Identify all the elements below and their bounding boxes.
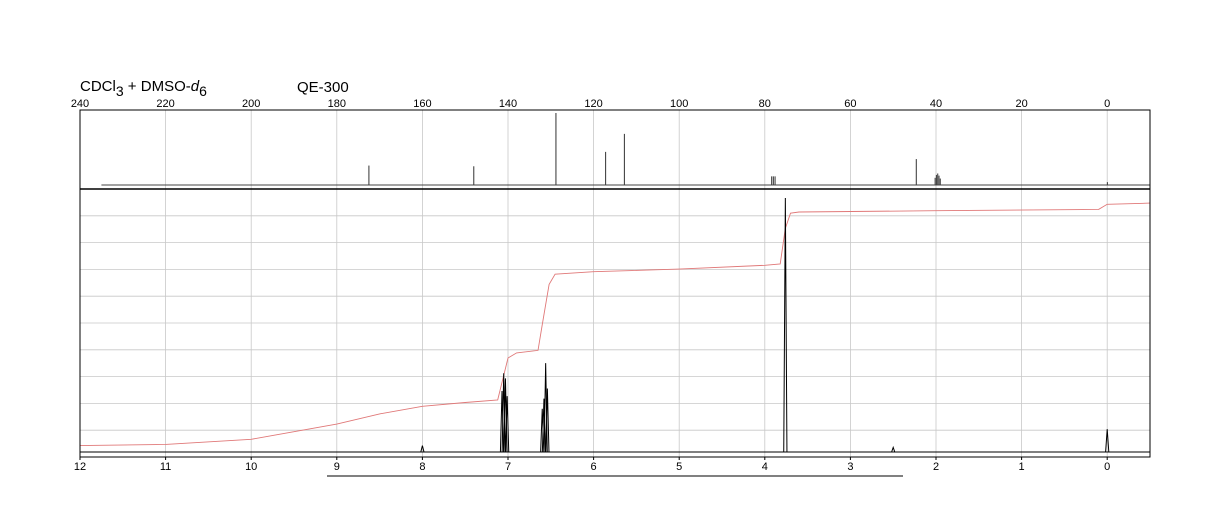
h1-tick-label: 11 (160, 461, 171, 473)
h1-tick-label: 12 (74, 461, 86, 473)
c13-tick-label: 200 (242, 98, 260, 110)
c13-tick-label: 160 (413, 98, 431, 110)
c13-axis: 240 220 200 180 160 140 120 100 80 60 40 20 0 (71, 98, 1110, 110)
h1-tick-label: 3 (847, 461, 853, 473)
h1-tick-label: 4 (762, 461, 768, 473)
c13-grid (79, 110, 1108, 189)
c13-tick-label: 220 (156, 98, 174, 110)
c13-tick-label: 40 (930, 98, 942, 110)
c13-tick-label: 120 (584, 98, 602, 110)
h1-peak (891, 445, 896, 453)
h1-spectrum-area (79, 197, 1151, 453)
h1-tick-label: 1 (1019, 461, 1025, 473)
h1-tick-label: 5 (676, 461, 682, 473)
c13-tick-label: 0 (1104, 98, 1110, 110)
h1-tick-label: 0 (1104, 461, 1110, 473)
h1-tick-label: 8 (419, 461, 425, 473)
h1-integral-curve (79, 202, 1151, 447)
c13-tick-label: 180 (328, 98, 346, 110)
c13-tick-label: 80 (759, 98, 771, 110)
h1-tick-label: 10 (245, 461, 257, 473)
h1-tick-label: 6 (591, 461, 597, 473)
plot-frame (79, 109, 1151, 458)
c13-tick-label: 100 (670, 98, 688, 110)
c13-spectrum-area (101, 113, 1150, 186)
h1-grid (79, 189, 1150, 457)
c13-tick-label: 140 (499, 98, 517, 110)
h1-axis: 12 11 10 9 8 7 6 5 4 3 2 1 0 (74, 457, 1110, 473)
plot-border (79, 109, 1151, 458)
h1-tick-label: 7 (505, 461, 511, 473)
h1-tick-label: 2 (933, 461, 939, 473)
c13-tick-label: 60 (844, 98, 856, 110)
c13-tick-label: 20 (1015, 98, 1027, 110)
c13-tick-label: 240 (71, 98, 89, 110)
h1-tick-label: 9 (334, 461, 340, 473)
nmr-spectra-figure: 240 220 200 180 160 140 120 100 80 60 40 20 0 12 11 10… (71, 98, 1151, 477)
